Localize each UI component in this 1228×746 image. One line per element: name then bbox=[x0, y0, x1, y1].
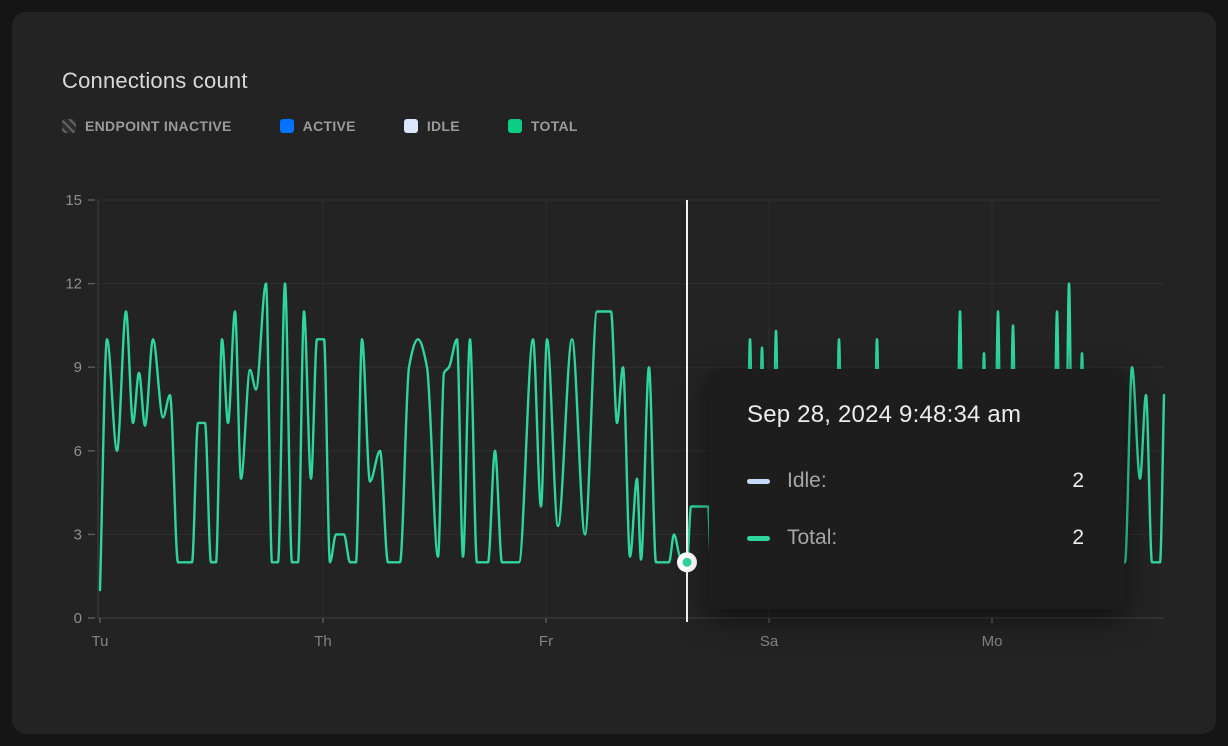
cursor-marker-dot bbox=[683, 558, 692, 567]
x-tick-label: Fr bbox=[539, 633, 553, 650]
legend-label: TOTAL bbox=[531, 118, 578, 134]
chart-title: Connections count bbox=[62, 68, 248, 94]
tooltip-series-value: 2 bbox=[1072, 526, 1084, 550]
tooltip-row-total: Total: 2 bbox=[747, 526, 1084, 550]
y-tick-label: 0 bbox=[74, 610, 82, 627]
legend-swatch-icon bbox=[508, 119, 522, 133]
legend-label: IDLE bbox=[427, 118, 460, 134]
y-tick-label: 3 bbox=[74, 526, 82, 543]
legend-swatch-icon bbox=[404, 119, 418, 133]
tooltip-series-label: Idle: bbox=[787, 469, 827, 493]
legend-swatch-icon bbox=[62, 119, 76, 133]
legend-item-idle[interactable]: IDLE bbox=[404, 118, 460, 134]
tooltip-timestamp: Sep 28, 2024 9:48:34 am bbox=[747, 401, 1084, 429]
legend-item-active[interactable]: ACTIVE bbox=[280, 118, 356, 134]
legend-item-endpoint-inactive[interactable]: ENDPOINT INACTIVE bbox=[62, 118, 232, 134]
legend-item-total[interactable]: TOTAL bbox=[508, 118, 578, 134]
y-tick-label: 12 bbox=[65, 276, 82, 293]
y-tick-label: 6 bbox=[74, 443, 82, 460]
x-tick-label: Th bbox=[314, 633, 332, 650]
series-dash-icon bbox=[747, 479, 770, 484]
x-tick-label: Tu bbox=[92, 633, 109, 650]
y-tick-label: 15 bbox=[65, 192, 82, 209]
x-tick-label: Mo bbox=[982, 633, 1003, 650]
tooltip-series-value: 2 bbox=[1072, 469, 1084, 493]
x-tick-label: Sa bbox=[760, 633, 779, 650]
legend-swatch-icon bbox=[280, 119, 294, 133]
legend-label: ACTIVE bbox=[303, 118, 356, 134]
y-tick-label: 9 bbox=[74, 359, 82, 376]
tooltip-series-label: Total: bbox=[787, 526, 837, 550]
tooltip-rows: Idle: 2 Total: 2 bbox=[747, 469, 1084, 550]
chart-tooltip: Sep 28, 2024 9:48:34 am Idle: 2 Total: 2 bbox=[709, 369, 1124, 609]
tooltip-row-idle: Idle: 2 bbox=[747, 469, 1084, 493]
legend-label: ENDPOINT INACTIVE bbox=[85, 118, 232, 134]
chart-legend: ENDPOINT INACTIVE ACTIVE IDLE TOTAL bbox=[62, 118, 578, 134]
series-dash-icon bbox=[747, 536, 770, 541]
